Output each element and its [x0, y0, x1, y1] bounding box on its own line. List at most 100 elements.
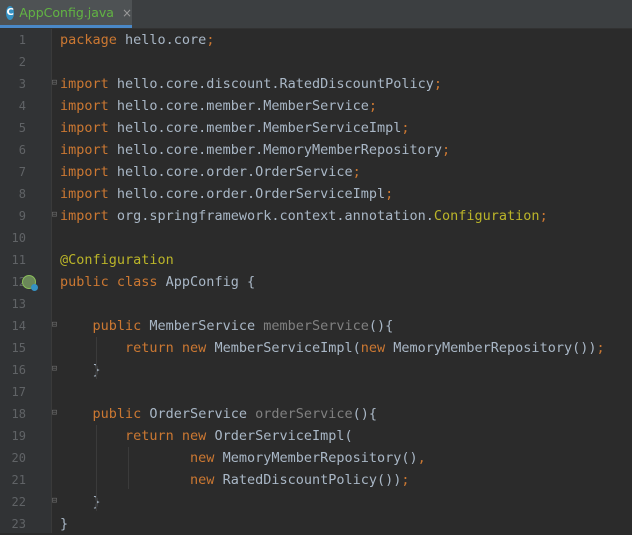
code-token: Configuration — [433, 208, 540, 224]
code-token: public class — [60, 274, 166, 290]
code-token: org.springframework.context.annotation. — [116, 208, 434, 224]
editor-tab-bar: C AppConfig.java × — [0, 0, 632, 29]
line-number: 19 — [11, 429, 26, 443]
code-token: OrderServiceImpl( — [214, 428, 353, 444]
code-line: return new MemberServiceImpl(new MemoryM… — [52, 337, 632, 359]
line-number: 1 — [18, 33, 26, 47]
code-token: ; — [539, 208, 548, 224]
code-token: import — [60, 142, 117, 158]
indent-guide — [96, 425, 97, 511]
line-number: 17 — [11, 385, 26, 399]
line-number: 4 — [18, 99, 26, 113]
code-token: ; — [352, 164, 361, 180]
fold-marker-icon[interactable]: ⊟ — [50, 365, 59, 374]
code-token: orderService — [255, 406, 353, 422]
code-token: import — [60, 208, 117, 224]
line-number: 22 — [11, 495, 26, 509]
code-token: MemoryMemberRepository()) — [393, 340, 597, 356]
code-token: hello.core.member.MemberService — [116, 98, 369, 114]
code-token: ; — [596, 340, 605, 356]
fold-marker-icon[interactable]: ⊟ — [50, 211, 59, 220]
code-line: public MemberService memberService(){ — [52, 315, 632, 337]
indent-guide — [128, 447, 129, 489]
code-line: import hello.core.member.MemoryMemberRep… — [52, 139, 632, 161]
code-line: new RatedDiscountPolicy()); — [52, 469, 632, 491]
code-editor[interactable]: package hello.core; import hello.core.dis… — [0, 29, 632, 533]
line-number: 5 — [18, 121, 26, 135]
code-line: import hello.core.order.OrderService; — [52, 161, 632, 183]
code-token: MemberServiceImpl( — [214, 340, 361, 356]
line-number: 6 — [18, 143, 26, 157]
code-token: hello.core — [125, 32, 207, 48]
code-token: MemoryMemberRepository() — [222, 450, 418, 466]
line-number: 18 — [11, 407, 26, 421]
code-token: ; — [401, 472, 410, 488]
code-token: ; — [401, 120, 410, 136]
code-token: ; — [385, 186, 394, 202]
line-number: 15 — [11, 341, 26, 355]
code-token: new — [190, 472, 223, 488]
fold-marker-icon[interactable]: ⊟ — [50, 79, 59, 88]
line-number: 16 — [11, 363, 26, 377]
tab-filename: AppConfig.java — [19, 5, 114, 20]
line-number: 10 — [11, 231, 26, 245]
code-token: import — [60, 120, 117, 136]
line-number: 7 — [18, 165, 26, 179]
code-area[interactable]: package hello.core; import hello.core.dis… — [52, 29, 632, 533]
code-token: (){ — [352, 406, 378, 422]
code-token: public — [92, 318, 150, 334]
code-token: RatedDiscountPolicy()) — [222, 472, 402, 488]
code-line: import hello.core.member.MemberService; — [52, 95, 632, 117]
code-token: } — [60, 494, 101, 510]
code-token: return new — [125, 428, 215, 444]
code-token: public — [92, 406, 150, 422]
code-token: hello.core.member.MemoryMemberRepository — [116, 142, 443, 158]
code-token: import — [60, 98, 117, 114]
line-number: 11 — [11, 253, 26, 267]
code-token: , — [417, 450, 426, 466]
fold-marker-icon[interactable]: ⊟ — [50, 321, 59, 330]
code-token: import — [60, 76, 117, 92]
line-number: 23 — [11, 517, 26, 531]
fold-marker-icon[interactable]: ⊟ — [50, 497, 59, 506]
code-token: return new — [125, 340, 215, 356]
code-token: AppConfig { — [165, 274, 256, 290]
code-line: new MemoryMemberRepository(), — [52, 447, 632, 469]
code-token: } — [60, 362, 101, 378]
code-line: import hello.core.order.OrderServiceImpl… — [52, 183, 632, 205]
code-token: hello.core.order.OrderService — [116, 164, 353, 180]
code-token: hello.core.member.MemberServiceImpl — [116, 120, 402, 136]
line-number: 20 — [11, 451, 26, 465]
code-line: public class AppConfig { — [52, 271, 632, 293]
code-token: import — [60, 186, 117, 202]
code-line: import org.springframework.context.annot… — [52, 205, 632, 227]
code-token: ; — [433, 76, 443, 92]
code-line: package hello.core; — [52, 29, 632, 51]
code-token: new — [190, 450, 223, 466]
line-number: 14 — [11, 319, 26, 333]
code-line: public OrderService orderService(){ — [52, 403, 632, 425]
code-line: import hello.core.discount.RatedDiscount… — [52, 73, 632, 95]
code-line: import hello.core.member.MemberServiceIm… — [52, 117, 632, 139]
code-token: hello.core.order.OrderServiceImpl — [116, 186, 386, 202]
code-token: package — [60, 32, 126, 48]
code-line: } — [52, 491, 632, 513]
close-icon[interactable]: × — [122, 6, 132, 20]
line-number: 13 — [11, 297, 26, 311]
editor-tab-appconfig[interactable]: C AppConfig.java × — [0, 0, 132, 28]
code-token: import — [60, 164, 117, 180]
code-token: ; — [368, 98, 378, 114]
code-line: @Configuration — [52, 249, 632, 271]
code-token: memberService — [263, 318, 369, 334]
line-number: 21 — [11, 473, 26, 487]
line-number: 3 — [18, 77, 26, 91]
fold-marker-icon[interactable]: ⊟ — [50, 409, 59, 418]
code-token: @Configuration — [60, 252, 174, 268]
spring-bean-icon[interactable] — [22, 275, 38, 291]
